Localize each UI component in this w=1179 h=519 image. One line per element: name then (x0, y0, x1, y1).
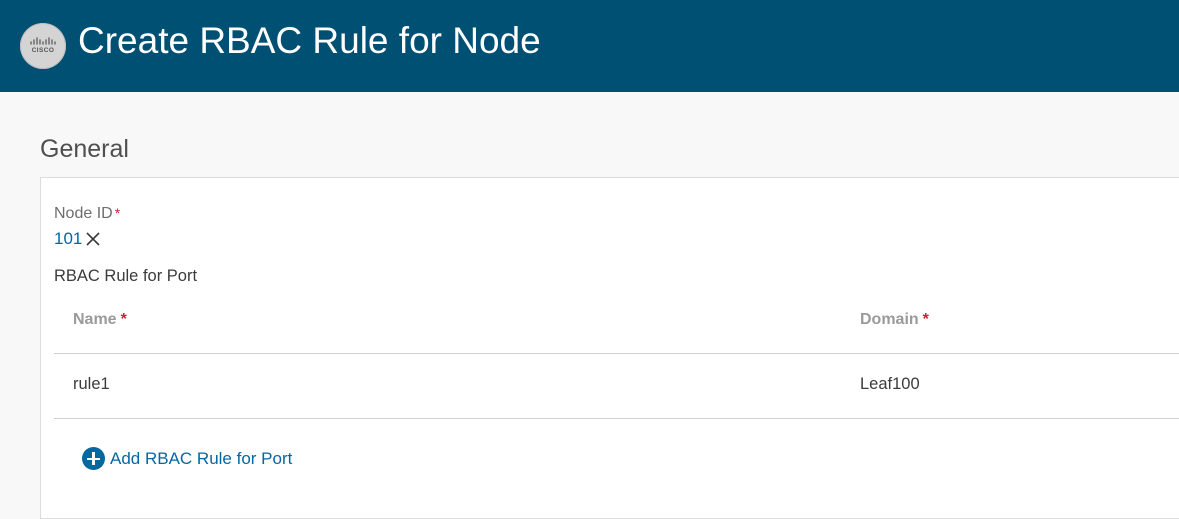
required-marker: * (114, 205, 121, 221)
page-title: Create RBAC Rule for Node (78, 20, 541, 61)
node-id-label-text: Node ID (54, 205, 113, 222)
table-cell-domain[interactable]: Leaf100 (860, 375, 920, 394)
required-marker: * (922, 311, 929, 328)
add-rbac-port-rule-button[interactable]: Add RBAC Rule for Port (82, 447, 292, 470)
column-header-domain: Domain * (860, 311, 929, 329)
add-rbac-port-rule-label[interactable]: Add RBAC Rule for Port (110, 449, 292, 469)
logo-text: CISCO (31, 47, 55, 54)
close-icon[interactable] (85, 231, 101, 247)
rbac-port-label: RBAC Rule for Port (54, 267, 198, 285)
plus-circle-icon[interactable] (82, 447, 105, 470)
column-header-domain-text: Domain (860, 311, 919, 328)
node-id-chip: 101 (54, 229, 101, 249)
cisco-logo-icon: CISCO (20, 23, 66, 69)
column-header-name: Name * (73, 311, 127, 329)
required-marker: * (120, 311, 127, 328)
table-cell-name[interactable]: rule1 (73, 375, 110, 394)
node-id-label: Node ID * (54, 205, 120, 223)
column-header-name-text: Name (73, 311, 117, 328)
header-bar: CISCO Create RBAC Rule for Node (0, 0, 1179, 92)
section-title-general: General (40, 135, 129, 163)
node-id-value: 101 (54, 229, 83, 248)
table-divider (54, 418, 1179, 419)
general-panel: Node ID * 101 RBAC Rule for Port Name * Do… (40, 177, 1179, 519)
table-divider (54, 353, 1179, 354)
